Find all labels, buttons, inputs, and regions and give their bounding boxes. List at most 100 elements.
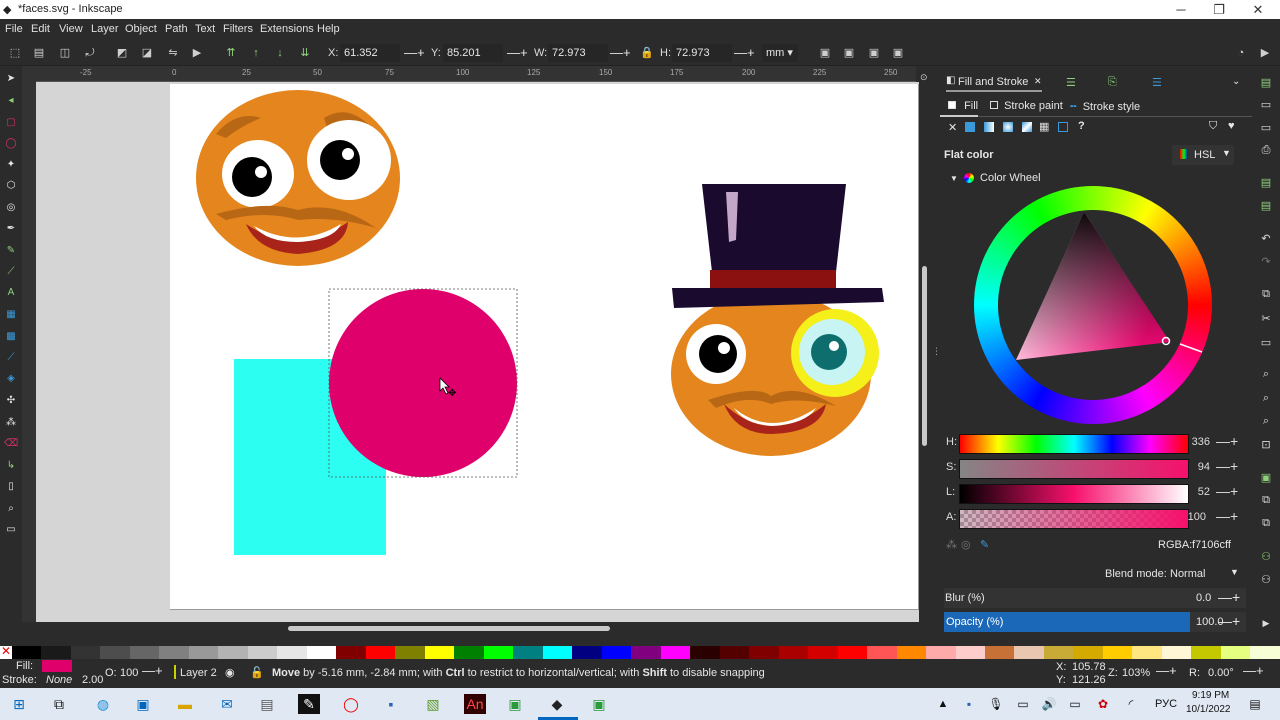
palette-swatch[interactable] <box>631 646 661 659</box>
palette-swatch[interactable] <box>719 646 750 659</box>
color-triangle[interactable] <box>974 186 1212 424</box>
app-icon[interactable]: ✎ <box>298 694 320 714</box>
hue-slider[interactable] <box>959 434 1189 454</box>
opacity-short-value[interactable]: 100 <box>120 667 138 679</box>
opacity-stepper[interactable]: —+ <box>1218 613 1240 629</box>
store-icon[interactable]: ▣ <box>132 694 154 714</box>
palette-swatch[interactable] <box>1043 646 1074 659</box>
volume-icon[interactable]: 🔊 <box>1038 694 1060 714</box>
zoom-page-icon[interactable]: ⌕ <box>1259 415 1273 429</box>
fill-rule-evenodd-icon[interactable]: ⛉ <box>1209 120 1217 133</box>
tab-export-icon[interactable]: ⎘ <box>1108 76 1117 89</box>
palette-swatch[interactable] <box>247 646 278 659</box>
lightness-slider[interactable] <box>959 484 1189 504</box>
palette-swatch[interactable] <box>12 646 42 659</box>
canvas[interactable]: ✥ <box>36 82 919 622</box>
current-layer[interactable]: Layer 2 <box>180 667 217 679</box>
flip-icon[interactable]: ◩ <box>115 46 129 60</box>
language-indicator[interactable]: РУС <box>1155 698 1177 710</box>
paint-bucket-tool-icon[interactable]: ◈ <box>4 372 18 386</box>
palette-swatch[interactable] <box>483 646 514 659</box>
ellipse-tool-icon[interactable]: ◯ <box>4 137 18 151</box>
group-icon[interactable]: ⚇ <box>1259 550 1273 564</box>
mesh-gradient-icon[interactable] <box>1022 122 1032 132</box>
network-icon[interactable]: ▭ <box>1064 694 1086 714</box>
notifications-icon[interactable]: ▤ <box>1244 694 1266 714</box>
tray-app-icon[interactable]: ✿ <box>1092 694 1114 714</box>
swatch-icon[interactable] <box>1058 122 1068 132</box>
select-all-layers-icon[interactable]: ▤ <box>32 46 46 60</box>
measure-tool-icon[interactable]: ▭ <box>4 523 18 537</box>
stroke-width-value[interactable]: 2.00 <box>82 674 103 686</box>
menu-help[interactable]: Help <box>317 23 340 35</box>
palette-swatch[interactable] <box>955 646 985 659</box>
lock-layer-icon[interactable]: 🔓 <box>250 666 264 679</box>
tweak-tool-icon[interactable]: ✣ <box>4 394 18 408</box>
tab-layers-icon[interactable]: ☰ <box>1066 76 1076 89</box>
menu-filters[interactable]: Filters <box>223 23 253 35</box>
calligraphy-tool-icon[interactable]: ⟋ <box>4 265 18 279</box>
pen-tool-icon[interactable]: ✒ <box>4 222 18 236</box>
lightness-value[interactable]: 52 <box>1190 486 1210 498</box>
deselect-icon[interactable]: ◫ <box>58 46 72 60</box>
blur-value[interactable]: 0.0 <box>1196 592 1211 604</box>
lower-to-bottom-icon[interactable]: ⇊ <box>298 46 312 60</box>
import-icon[interactable]: ▤ <box>1259 176 1273 190</box>
3d-box-tool-icon[interactable]: ⬡ <box>4 179 18 193</box>
wifi-icon[interactable]: ◜ <box>1120 694 1142 714</box>
y-increment[interactable]: + <box>520 44 528 62</box>
alpha-slider[interactable] <box>959 509 1189 529</box>
menu-file[interactable]: File <box>5 23 23 35</box>
subtab-stroke-style[interactable]: ╍ Stroke style <box>1070 100 1140 113</box>
raise-one-icon[interactable]: ↑ <box>249 46 263 60</box>
close-tab-icon[interactable]: ✕ <box>1034 76 1042 87</box>
palette-swatch[interactable] <box>572 646 602 659</box>
rotation-value[interactable]: 0.00° <box>1208 667 1234 679</box>
notepad-icon[interactable]: ▤ <box>256 694 278 714</box>
panel-resize-handle[interactable]: ⋮ <box>931 66 941 636</box>
no-paint-icon[interactable]: ✕ <box>948 121 957 134</box>
text-tool-icon[interactable]: A <box>4 286 18 300</box>
mesh-tool-icon[interactable]: ▩ <box>4 330 18 344</box>
radial-gradient-icon[interactable] <box>1003 122 1013 132</box>
saturation-value[interactable]: 94 <box>1190 461 1210 473</box>
toggle-visibility-icon[interactable]: ◉ <box>225 666 235 679</box>
w-decrement[interactable]: — <box>610 44 623 62</box>
fill-color-indicator[interactable] <box>42 660 72 672</box>
palette-swatch[interactable] <box>306 646 337 659</box>
blend-mode-select[interactable]: Normal ▼ <box>1166 564 1242 584</box>
palette-swatch[interactable] <box>808 646 838 659</box>
node-tool-icon[interactable]: ◂ <box>4 94 18 108</box>
palette-swatch[interactable] <box>837 646 868 659</box>
palette-swatch[interactable] <box>218 646 248 659</box>
menu-text[interactable]: Text <box>195 23 215 35</box>
horizontal-ruler[interactable]: -25 0 25 50 75 100 125 150 175 200 225 2… <box>36 66 916 82</box>
opera-icon[interactable]: ◯ <box>340 694 362 714</box>
horizontal-scrollbar[interactable] <box>36 622 919 636</box>
new-document-icon[interactable]: ▤ <box>1259 76 1273 90</box>
palette-swatch[interactable] <box>159 646 189 659</box>
rotate-90-icon[interactable]: ⤾ <box>83 46 97 60</box>
connector-tool-icon[interactable]: ↳ <box>4 459 18 473</box>
alpha-stepper[interactable]: —+ <box>1216 508 1238 524</box>
saturation-slider[interactable] <box>959 459 1189 479</box>
palette-swatch[interactable] <box>1102 646 1133 659</box>
pencil-tool-icon[interactable]: ✎ <box>4 244 18 258</box>
palette-swatch[interactable] <box>896 646 927 659</box>
palette-swatch[interactable] <box>365 646 396 659</box>
zoom-selection-icon[interactable]: ⌕ <box>1259 368 1273 382</box>
pattern-icon[interactable]: ▦ <box>1039 120 1049 133</box>
zoom-stepper[interactable]: —+ <box>1156 663 1177 678</box>
palette-swatch[interactable] <box>129 646 160 659</box>
vertical-scrollbar[interactable]: ⊙ <box>919 66 931 636</box>
maximize-button[interactable]: ❐ <box>1206 1 1232 18</box>
palette-swatch[interactable] <box>1250 646 1280 659</box>
palette-swatch[interactable] <box>926 646 956 659</box>
horizontal-scroll-thumb[interactable] <box>288 626 610 631</box>
palette-swatch[interactable] <box>41 646 71 659</box>
raise-to-top-icon[interactable]: ⇈ <box>224 46 238 60</box>
hue-stepper[interactable]: —+ <box>1216 433 1238 449</box>
chevron-down-icon[interactable]: ⌄ <box>1232 76 1240 87</box>
inkscape-taskbar-icon[interactable]: ◆ <box>546 694 568 714</box>
cut-icon[interactable]: ✂ <box>1259 312 1273 326</box>
